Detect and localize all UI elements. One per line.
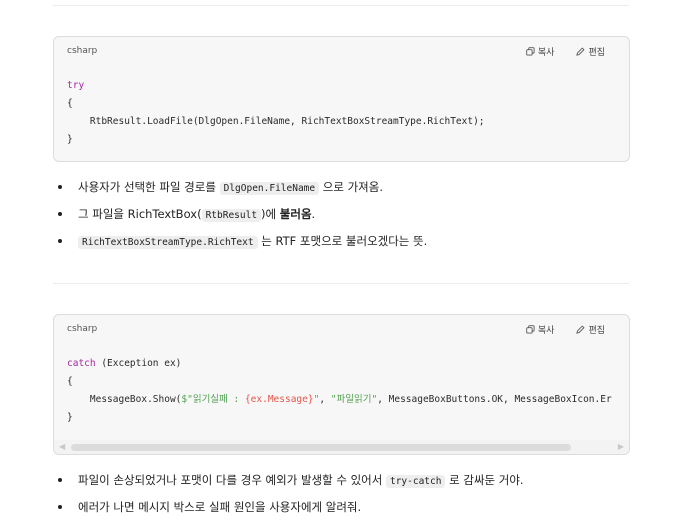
code-line: try <box>67 80 85 91</box>
code-content: try { RtbResult.LoadFile(DlgOpen.FileNam… <box>67 77 485 149</box>
code-line: { <box>67 376 73 387</box>
divider-top <box>53 5 629 6</box>
inline-code: DlgOpen.FileName <box>219 182 320 195</box>
copy-icon <box>526 325 535 334</box>
bullet-list-2: 파일이 손상되었거나 포맷이 다를 경우 예외가 발생할 수 있어서 try-c… <box>58 471 524 525</box>
code-block-header: csharp 복사 편집 <box>54 315 629 345</box>
scroll-right-arrow-icon[interactable]: ▶ <box>618 443 624 451</box>
pencil-icon <box>576 47 585 56</box>
scroll-left-arrow-icon[interactable]: ◀ <box>59 443 65 451</box>
code-actions: 복사 편집 <box>526 45 605 58</box>
code-line: catch (Exception ex) <box>67 358 182 369</box>
bold-text: 불러옴 <box>279 207 312 221</box>
copy-button[interactable]: 복사 <box>526 323 555 336</box>
inline-code: try-catch <box>385 475 446 488</box>
copy-label: 복사 <box>537 326 555 336</box>
code-line: MessageBox.Show($"읽기실패 : {ex.Message}", … <box>67 394 612 405</box>
code-language-label: csharp <box>67 46 98 56</box>
code-block-catch: csharp 복사 편집 catch (Exception ex) { Mess… <box>53 314 630 455</box>
code-line: RtbResult.LoadFile(DlgOpen.FileName, Ric… <box>67 116 485 127</box>
copy-icon <box>526 47 535 56</box>
edit-button[interactable]: 편집 <box>576 323 605 336</box>
inline-code: RichTextBoxStreamType.RichText <box>78 236 258 249</box>
code-line: { <box>67 98 73 109</box>
list-item: 그 파일을 RichTextBox(RtbResult)에 불러옴. <box>58 205 427 232</box>
inline-code: RtbResult <box>201 209 262 222</box>
list-item: RichTextBoxStreamType.RichText 는 RTF 포맷으… <box>58 232 427 259</box>
code-line: } <box>67 412 73 423</box>
horizontal-scrollbar[interactable]: ◀ ▶ <box>54 440 629 454</box>
list-item: 에러가 나면 메시지 박스로 실패 원인을 사용자에게 알려줘. <box>58 498 524 525</box>
code-actions: 복사 편집 <box>526 323 605 336</box>
code-block-try: csharp 복사 편집 try { RtbResult.LoadFile(Dl… <box>53 36 630 162</box>
pencil-icon <box>576 325 585 334</box>
copy-button[interactable]: 복사 <box>526 45 555 58</box>
code-line: } <box>67 134 73 145</box>
code-block-header: csharp 복사 편집 <box>54 37 629 67</box>
edit-button[interactable]: 편집 <box>576 45 605 58</box>
list-item: 파일이 손상되었거나 포맷이 다를 경우 예외가 발생할 수 있어서 try-c… <box>58 471 524 498</box>
divider-middle <box>53 283 629 284</box>
edit-label: 편집 <box>588 326 605 336</box>
list-item: 사용자가 선택한 파일 경로를 DlgOpen.FileName 으로 가져옴. <box>58 178 427 205</box>
code-language-label: csharp <box>67 324 98 334</box>
edit-label: 편집 <box>588 48 605 58</box>
bullet-list-1: 사용자가 선택한 파일 경로를 DlgOpen.FileName 으로 가져옴.… <box>58 178 427 259</box>
code-content: catch (Exception ex) { MessageBox.Show($… <box>67 355 612 427</box>
copy-label: 복사 <box>537 48 555 58</box>
scrollbar-thumb[interactable] <box>71 444 571 451</box>
